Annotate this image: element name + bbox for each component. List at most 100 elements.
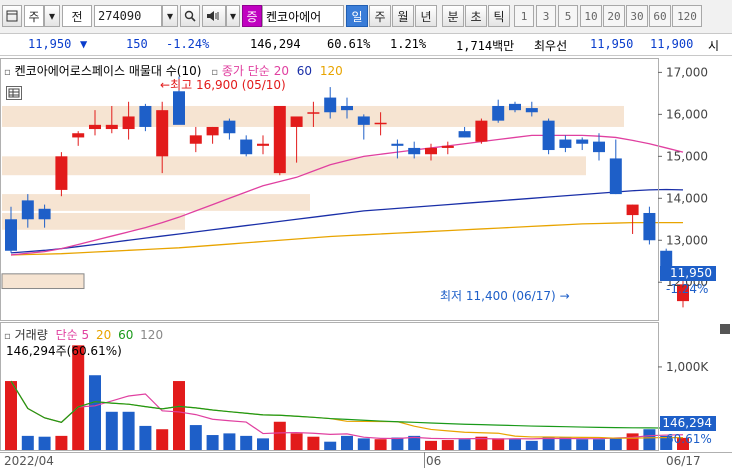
chevron-down-icon[interactable]: ▾	[44, 5, 60, 27]
interval-1-button[interactable]: 1	[514, 5, 534, 27]
period-month-button[interactable]: 월	[392, 5, 414, 27]
volume-bar	[441, 440, 454, 450]
volume-readout: 146,294주(60.61%)	[6, 344, 122, 358]
market-type-select[interactable]: 주	[24, 5, 44, 27]
chart-area[interactable]: 17,000 16,000 15,000 14,000 13,000 12,000 1,00…	[0, 58, 732, 468]
interval-20-button[interactable]: 20	[603, 5, 625, 27]
period-week-button[interactable]: 주	[369, 5, 391, 27]
table-toggle-icon[interactable]	[6, 86, 22, 100]
candle-body	[290, 116, 303, 127]
volume-ma20-label: 20	[95, 328, 112, 342]
period-second-button[interactable]: 초	[465, 5, 487, 27]
panel-maximize-icon[interactable]	[720, 324, 730, 334]
volume-bar	[156, 429, 169, 450]
x-axis-month-label: 06	[426, 454, 442, 468]
period-tick-button[interactable]: 틱	[488, 5, 510, 27]
current-ratio-tag: 60.61%	[666, 432, 712, 446]
panel-bullet-icon: ▫	[4, 67, 11, 78]
volume-profile-band	[1, 273, 85, 290]
volume-profile-band	[2, 156, 586, 176]
interval-120-button[interactable]: 120	[672, 5, 702, 27]
volume-bar	[206, 435, 219, 450]
volume-y-tick-label: 1,000K	[666, 360, 709, 374]
chevron-down-icon[interactable]: ▾	[162, 5, 178, 27]
period-minute-button[interactable]: 분	[442, 5, 464, 27]
candle-body	[223, 120, 236, 134]
x-axis-end-label: 06/17	[666, 454, 701, 468]
candle-body	[105, 124, 118, 130]
volume-bar	[5, 381, 17, 450]
volume-bar	[593, 439, 605, 450]
toolbar: 주 ▾ 전 274090 ▾ ▾ 증 켄코아에어 일 주 월 년 분 초 틱 1…	[0, 0, 732, 34]
volume-bar	[626, 433, 639, 450]
best-ask-label: 최우선	[534, 39, 568, 53]
candle-body	[408, 147, 421, 155]
trade-amount: 1,714백만	[456, 39, 515, 53]
volume-bar	[223, 433, 236, 450]
ma60-label: 60	[296, 64, 313, 78]
volume-bar	[240, 435, 253, 450]
chevron-down-icon[interactable]: ▾	[226, 5, 240, 27]
volume-bar	[357, 438, 370, 450]
x-axis-start-label: 2022/04	[4, 454, 54, 468]
volume-ma5-label: 5	[81, 328, 90, 342]
candle-body	[458, 131, 471, 138]
volume-bar	[391, 437, 404, 450]
period-year-button[interactable]: 년	[415, 5, 437, 27]
volume-bar	[189, 425, 202, 450]
candle-body	[441, 145, 454, 148]
volume-bar	[105, 411, 118, 450]
candle-body	[509, 103, 521, 111]
candle-body	[425, 147, 437, 155]
volume-bar	[273, 421, 286, 450]
candle-body	[576, 139, 589, 144]
volume-bars	[5, 345, 689, 450]
window-icon	[6, 10, 18, 22]
speaker-icon[interactable]	[202, 5, 226, 27]
volume-ma60-label: 60	[118, 328, 134, 342]
volume-ma120-label: 120	[140, 328, 164, 342]
window-icon[interactable]	[2, 5, 22, 27]
trailing-label: 시	[708, 39, 720, 53]
candle-body	[89, 124, 101, 130]
down-arrow-icon: ▼	[80, 37, 88, 51]
volume-ratio: 60.61%	[327, 37, 371, 51]
stock-code-input[interactable]: 274090	[94, 5, 162, 27]
volume-bar	[122, 411, 135, 450]
volume-profile-band	[2, 194, 310, 211]
volume-bar	[257, 438, 269, 450]
volume-bar	[72, 345, 85, 450]
market-type2-select[interactable]: 전	[62, 5, 92, 27]
search-icon[interactable]	[180, 5, 200, 27]
period-day-button[interactable]: 일	[346, 5, 368, 27]
candle-body	[324, 97, 337, 113]
volume-bar	[341, 435, 353, 450]
candle-body	[156, 110, 169, 157]
candle-body	[391, 143, 404, 146]
security-badge[interactable]: 증	[242, 5, 262, 27]
candle-body	[257, 143, 269, 146]
interval-10-button[interactable]: 10	[580, 5, 602, 27]
volume-bar	[173, 381, 185, 450]
volume-bar	[509, 439, 521, 450]
interval-60-button[interactable]: 60	[649, 5, 671, 27]
candlestick-chart[interactable]: 17,00016,00015,00014,00013,00012,0001,00…	[0, 58, 732, 468]
y-tick-label: 17,000	[666, 65, 708, 79]
volume-bar	[559, 437, 572, 450]
high-annotation: ←최고 16,900 (05/10)	[160, 76, 286, 93]
interval-30-button[interactable]: 30	[626, 5, 648, 27]
candle-body	[593, 141, 605, 153]
interval-3-button[interactable]: 3	[536, 5, 556, 27]
volume-bar	[576, 439, 589, 450]
right-arrow-icon: →	[559, 289, 570, 303]
volume-bar	[492, 438, 505, 450]
candle-body	[5, 219, 17, 251]
current-price-tag: 11,950	[660, 266, 716, 281]
interval-5-button[interactable]: 5	[558, 5, 578, 27]
volume-bar	[374, 439, 387, 450]
turnover-ratio: 1.21%	[390, 37, 427, 51]
volume-bar	[525, 440, 538, 450]
low-annotation-text: 최저 11,400 (06/17)	[440, 289, 556, 303]
candle-body	[189, 135, 202, 144]
volume-bar	[307, 436, 320, 450]
